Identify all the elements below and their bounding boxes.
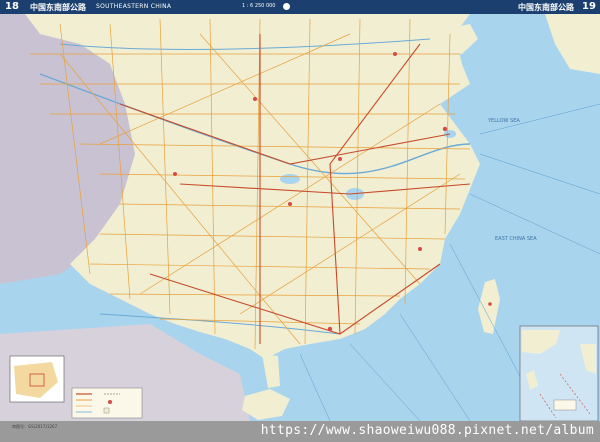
east-china-sea-label: EAST CHINA SEA [495, 236, 537, 242]
left-page-title: 中国东南部公路 [30, 3, 86, 12]
footer-bar: 审图号：GS(2017)1267 https://www.shaoweiwu08… [0, 421, 600, 442]
road-map: YELLOW SEA EAST CHINA SEA PACIFIC OCEAN [0, 14, 600, 421]
watermark-url[interactable]: https://www.shaoweiwu088.pixnet.net/albu… [261, 423, 594, 438]
map-scale: 1 : 6 250 000 [242, 3, 276, 9]
left-page-number: 18 [5, 1, 19, 12]
left-page-subtitle: SOUTHEASTERN CHINA [96, 3, 172, 10]
right-page-number: 19 [582, 1, 596, 12]
map-header: 18 中国东南部公路 SOUTHEASTERN CHINA 1 : 6 250 … [0, 0, 600, 14]
yellow-sea-label: YELLOW SEA [487, 118, 520, 124]
map-credit: 审图号：GS(2017)1267 [12, 424, 58, 429]
compass-icon [283, 3, 290, 10]
map-legend [71, 387, 143, 419]
south-china-sea-inset [519, 325, 599, 421]
locator-inset [9, 355, 65, 403]
dongting-lake [280, 174, 300, 184]
right-page-title: 中国东南部公路 [518, 3, 574, 12]
